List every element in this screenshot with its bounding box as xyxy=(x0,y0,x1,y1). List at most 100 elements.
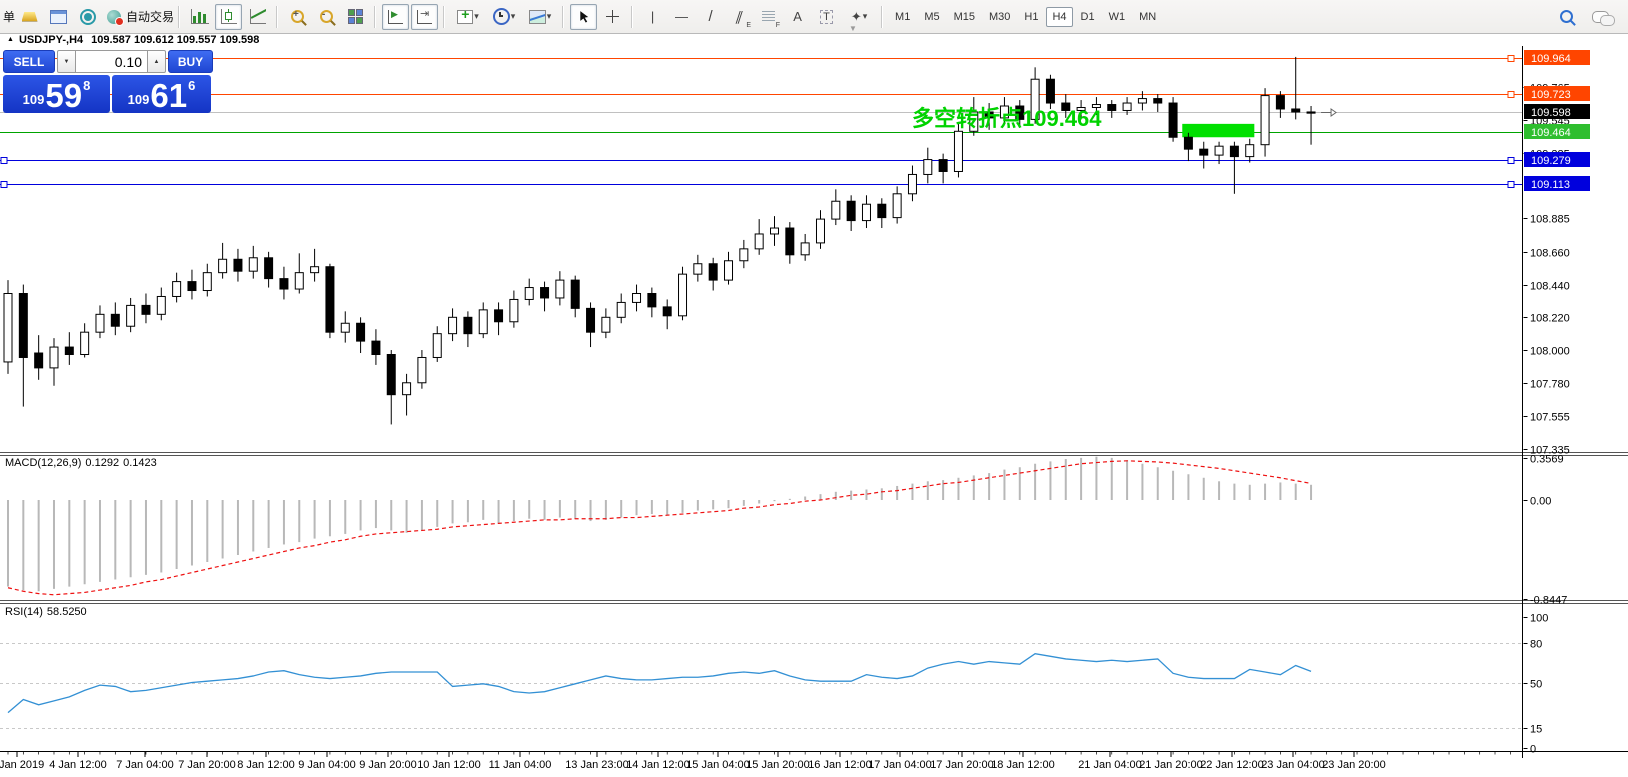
svg-text:80: 80 xyxy=(1530,639,1542,651)
toolbar-overflow-icon[interactable]: ▼ xyxy=(849,24,857,33)
svg-text:9 Jan 20:00: 9 Jan 20:00 xyxy=(359,759,417,771)
toolbar: 单 自动交易 + - ▶ ⇥ +▾ ▾ ▾ | — / ∥E F A T ✦▾ … xyxy=(0,0,1628,34)
current-price-badge: 109.598 xyxy=(1524,104,1590,119)
svg-text:10 Jan 12:00: 10 Jan 12:00 xyxy=(417,759,481,771)
auto-trading-icon xyxy=(107,10,121,24)
volume-decrease-button[interactable]: ▼ xyxy=(57,50,76,73)
sell-button[interactable]: SELL xyxy=(3,50,55,73)
volume-input[interactable] xyxy=(76,50,147,73)
timeframe-h1[interactable]: H1 xyxy=(1018,7,1044,27)
svg-text:15: 15 xyxy=(1530,724,1542,736)
svg-text:108.000: 108.000 xyxy=(1530,346,1570,358)
indicators-button[interactable]: +▾ xyxy=(451,4,485,30)
svg-text:7 Jan 20:00: 7 Jan 20:00 xyxy=(178,759,236,771)
gold-ingot-icon xyxy=(22,12,38,22)
timeframe-d1[interactable]: D1 xyxy=(1075,7,1101,27)
svg-text:109.464: 109.464 xyxy=(1531,127,1571,139)
volume-increase-button[interactable]: ▲ xyxy=(147,50,166,73)
trendline-icon: / xyxy=(708,8,712,25)
svg-text:108.440: 108.440 xyxy=(1530,281,1570,293)
crosshair-icon xyxy=(606,10,619,23)
svg-text:-0.8447: -0.8447 xyxy=(1530,595,1567,607)
vertical-line-button[interactable]: | xyxy=(639,4,666,30)
svg-text:0: 0 xyxy=(1530,744,1536,756)
svg-text:14 Jan 12:00: 14 Jan 12:00 xyxy=(626,759,690,771)
arrows-button[interactable]: ✦▾ xyxy=(842,4,876,30)
separator xyxy=(629,6,636,28)
timeframe-mn[interactable]: MN xyxy=(1133,7,1162,27)
separator xyxy=(560,6,567,28)
trendline-button[interactable]: / xyxy=(697,4,724,30)
market-watch-button[interactable] xyxy=(45,4,72,30)
new-order-button[interactable] xyxy=(16,4,43,30)
svg-text:17 Jan 04:00: 17 Jan 04:00 xyxy=(868,759,932,771)
svg-text:108.885: 108.885 xyxy=(1530,214,1570,226)
text-icon: A xyxy=(793,9,802,24)
auto-trading-button[interactable] xyxy=(103,4,125,30)
search-icon xyxy=(1560,10,1573,23)
bar-chart-icon xyxy=(191,9,209,24)
separator xyxy=(879,6,886,28)
timeframe-h4[interactable]: H4 xyxy=(1046,7,1072,27)
svg-text:9 Jan 04:00: 9 Jan 04:00 xyxy=(298,759,356,771)
text-label-button[interactable]: T xyxy=(813,4,840,30)
svg-text:8 Jan 12:00: 8 Jan 12:00 xyxy=(237,759,295,771)
buy-price-sup: 6 xyxy=(188,78,195,93)
svg-text:3 Jan 2019: 3 Jan 2019 xyxy=(0,759,44,771)
timeframe-w1[interactable]: W1 xyxy=(1103,7,1132,27)
svg-text:108.220: 108.220 xyxy=(1530,313,1570,325)
zoom-in-button[interactable]: + xyxy=(284,4,311,30)
time-axis: 3 Jan 20194 Jan 12:007 Jan 04:007 Jan 20… xyxy=(0,752,1510,771)
chart-shift-icon: ⇥ xyxy=(417,10,432,24)
bar-chart-button[interactable] xyxy=(186,4,213,30)
fibonacci-button[interactable]: F xyxy=(755,4,782,30)
chart-plot-area[interactable]: 109.765109.545109.325108.885108.660108.4… xyxy=(0,0,1628,777)
chart-ohlc-values: 109.587 109.612 109.557 109.598 xyxy=(91,34,259,46)
text-button[interactable]: A xyxy=(784,4,811,30)
sell-price-box[interactable]: 109 59 8 xyxy=(3,75,110,113)
market-watch-icon xyxy=(50,10,67,24)
sell-price-sup: 8 xyxy=(83,78,90,93)
auto-trading-label[interactable]: 自动交易 xyxy=(126,8,174,25)
svg-text:23 Jan 04:00: 23 Jan 04:00 xyxy=(1261,759,1325,771)
crosshair-button[interactable] xyxy=(599,4,626,30)
tile-windows-button[interactable] xyxy=(342,4,369,30)
timeframe-m30[interactable]: M30 xyxy=(983,7,1016,27)
chevron-down-icon: ▾ xyxy=(863,11,868,22)
zoom-out-icon: - xyxy=(320,10,333,23)
svg-text:22 Jan 12:00: 22 Jan 12:00 xyxy=(1200,759,1264,771)
cursor-button[interactable] xyxy=(570,4,597,30)
buy-button[interactable]: BUY xyxy=(168,50,213,73)
sell-price-prefix: 109 xyxy=(23,92,45,107)
buy-price-box[interactable]: 109 61 6 xyxy=(112,75,211,113)
pane-borders xyxy=(0,45,1628,758)
svg-text:16 Jan 12:00: 16 Jan 12:00 xyxy=(808,759,872,771)
price-badge: 109.279 xyxy=(1524,152,1590,167)
auto-scroll-button[interactable]: ▶ xyxy=(382,4,409,30)
cursor-icon xyxy=(578,10,590,24)
chart-shift-button[interactable]: ⇥ xyxy=(411,4,438,30)
candlestick-chart-button[interactable] xyxy=(215,4,242,30)
svg-text:4 Jan 12:00: 4 Jan 12:00 xyxy=(49,759,107,771)
channel-icon: ∥ xyxy=(734,9,746,25)
chat-button[interactable] xyxy=(1582,4,1618,30)
timeframe-m5[interactable]: M5 xyxy=(918,7,945,27)
templates-button[interactable]: ▾ xyxy=(523,4,557,30)
stepper-up-icon: ▲ xyxy=(154,59,160,65)
collapse-panel-icon[interactable]: ▲ xyxy=(7,36,14,43)
search-button[interactable] xyxy=(1553,4,1580,30)
timeframe-m1[interactable]: M1 xyxy=(889,7,916,27)
channel-button[interactable]: ∥E xyxy=(726,4,753,30)
text-label-icon: T xyxy=(820,10,833,24)
timeframe-m15[interactable]: M15 xyxy=(948,7,981,27)
periods-button[interactable]: ▾ xyxy=(487,4,521,30)
separator xyxy=(274,6,281,28)
line-chart-button[interactable] xyxy=(244,4,271,30)
order-button-partial[interactable]: 单 xyxy=(3,8,15,25)
separator xyxy=(176,6,183,28)
svg-text:23 Jan 20:00: 23 Jan 20:00 xyxy=(1322,759,1386,771)
horizontal-line-button[interactable]: — xyxy=(668,4,695,30)
zoom-out-button[interactable]: - xyxy=(313,4,340,30)
buy-price-prefix: 109 xyxy=(128,92,150,107)
sound-alerts-button[interactable] xyxy=(74,4,101,30)
